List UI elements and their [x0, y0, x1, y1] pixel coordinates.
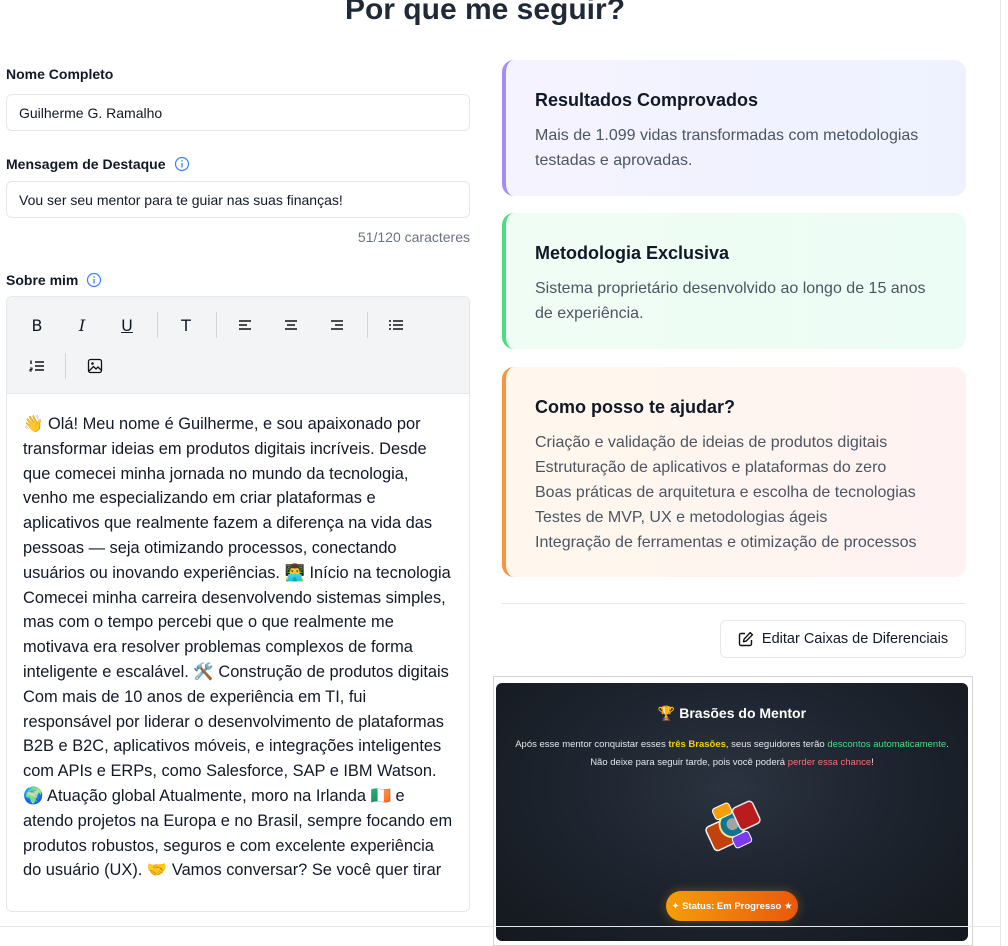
badges-desc-highlight: descontos automaticamente [827, 739, 947, 750]
card-line: Testes de MVP, UX e metodologias ágeis [535, 509, 828, 526]
headline-char-count: 51/120 caracteres [357, 229, 470, 245]
ordered-list-button[interactable] [23, 352, 51, 380]
align-right-button[interactable] [323, 311, 351, 339]
badges-title: 🏆 Brasões do Mentor [496, 705, 968, 722]
align-center-button[interactable] [277, 311, 305, 339]
differential-card-results: Resultados Comprovados Mais de 1.099 vid… [502, 60, 966, 196]
toolbar-divider [157, 312, 158, 338]
info-icon[interactable] [174, 156, 190, 172]
toolbar-divider [65, 353, 66, 379]
image-icon [87, 358, 103, 374]
underline-button[interactable]: U [113, 311, 141, 339]
differential-card-methodology: Metodologia Exclusiva Sistema proprietár… [502, 213, 966, 349]
bold-button[interactable]: B [23, 311, 51, 339]
badges-desc-highlight: perder essa chance [787, 757, 872, 768]
name-label: Nome Completo [6, 66, 113, 82]
align-left-icon [239, 320, 251, 330]
toolbar-divider [216, 312, 217, 338]
page-title: Por que me seguir? [344, 0, 626, 26]
card-line: de experiência. [535, 305, 644, 322]
section-divider [502, 603, 966, 604]
edit-differentials-button[interactable]: Editar Caixas de Diferenciais [720, 620, 966, 658]
trophy-icon: 🏆 [657, 705, 676, 721]
bullet-list-button[interactable] [382, 311, 410, 339]
card-line: Criação e validação de ideias de produto… [535, 434, 888, 451]
align-left-button[interactable] [231, 311, 259, 339]
card-line: Mais de 1.099 vidas transformadas com me… [535, 127, 919, 144]
badge-status-pill: ✦ Status: Em Progresso ★ [666, 891, 798, 921]
about-label: Sobre mim [6, 272, 102, 288]
headline-label: Mensagem de Destaque [6, 156, 190, 172]
card-text: Criação e validação de ideias de produto… [535, 430, 940, 555]
badges-emblem-icon [705, 800, 761, 852]
card-line: Estruturação de aplicativos e plataforma… [535, 459, 887, 476]
edit-icon [738, 631, 754, 647]
card-line: testadas e aprovadas. [535, 152, 693, 169]
align-right-icon [331, 320, 343, 330]
badges-desc-text: Após esse mentor conquistar esses [515, 739, 669, 750]
card-title: Resultados Comprovados [535, 90, 759, 110]
scrollbar-track[interactable] [1000, 0, 1008, 946]
badges-desc-text: , seus seguidores terão [725, 739, 828, 750]
card-text: Mais de 1.099 vidas transformadas com me… [535, 123, 940, 173]
headline-label-text: Mensagem de Destaque [6, 156, 166, 172]
badges-desc-highlight: três Brasões [668, 739, 726, 750]
card-line: Sistema proprietário desenvolvido ao lon… [535, 280, 926, 297]
align-center-icon [285, 320, 297, 330]
insert-image-button[interactable] [81, 352, 109, 380]
card-title: Metodologia Exclusiva [535, 243, 730, 263]
italic-button[interactable]: I [68, 311, 96, 339]
about-label-text: Sobre mim [6, 272, 79, 288]
card-line: Integração de ferramentas e otimização d… [535, 534, 917, 551]
bottom-divider [0, 926, 1000, 927]
ordered-list-icon [29, 360, 44, 372]
name-label-text: Nome Completo [6, 66, 114, 82]
name-input[interactable]: Guilherme G. Ramalho [6, 94, 470, 131]
badges-title-text: Brasões do Mentor [679, 705, 807, 721]
badges-description: Após esse mentor conquistar esses três B… [496, 736, 968, 772]
bullet-list-icon [389, 320, 403, 330]
toolbar-divider [367, 312, 368, 338]
badges-desc-text: ! [871, 757, 874, 768]
info-icon[interactable] [86, 272, 102, 288]
editor-toolbar: B I U T [7, 297, 469, 394]
card-line: Boas práticas de arquitetura e escolha d… [535, 484, 916, 501]
card-text: Sistema proprietário desenvolvido ao lon… [535, 276, 940, 326]
headline-input[interactable]: Vou ser seu mentor para te guiar nas sua… [6, 181, 470, 218]
headline-input-value: Vou ser seu mentor para te guiar nas sua… [19, 191, 343, 208]
rich-text-editor[interactable]: B I U T 👋 Olá! Meu nome é Guilherme, e s… [6, 296, 470, 912]
badges-desc-text: . [946, 739, 949, 750]
badges-desc-text: Não deixe para seguir tarde, pois você p… [590, 757, 788, 768]
mentor-badges-panel: 🏆 Brasões do Mentor Após esse mentor con… [496, 683, 968, 941]
edit-differentials-label: Editar Caixas de Diferenciais [761, 631, 949, 647]
card-title: Como posso te ajudar? [535, 397, 736, 417]
text-style-button[interactable]: T [172, 311, 200, 339]
differential-card-help: Como posso te ajudar? Criação e validaçã… [502, 367, 966, 577]
name-input-value: Guilherme G. Ramalho [19, 104, 163, 121]
editor-content[interactable]: 👋 Olá! Meu nome é Guilherme, e sou apaix… [7, 394, 469, 883]
